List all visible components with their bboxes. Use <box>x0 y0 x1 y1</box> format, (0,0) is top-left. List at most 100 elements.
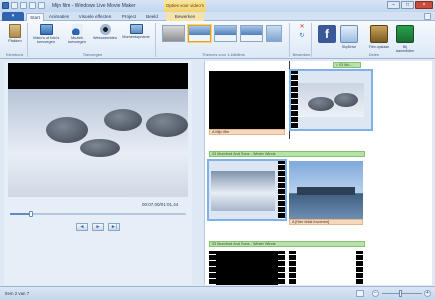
filmstrip-edge <box>356 251 363 285</box>
theme-thumbnail[interactable] <box>214 25 237 42</box>
film-photo-icon <box>39 24 53 35</box>
signin-icon[interactable] <box>396 25 414 43</box>
status-bar: Item 2 van 7 − + <box>0 286 435 300</box>
clipboard-icon <box>9 24 21 38</box>
save-movie-icon[interactable] <box>370 25 388 43</box>
group-label-klembord: Klembord <box>5 52 24 57</box>
preview-panel: 00:07,00/01:01,44 ◄ ► ►| <box>4 61 192 285</box>
maximize-button[interactable]: □ <box>401 1 414 9</box>
music-note-icon <box>71 24 83 35</box>
snapshot-button[interactable]: Momentopname <box>120 24 152 39</box>
video-clip[interactable] <box>209 251 285 285</box>
playhead <box>289 61 290 139</box>
filmstrip-edge <box>278 161 285 219</box>
tab-start[interactable]: Start <box>26 13 44 21</box>
filmstrip-edge <box>289 251 296 285</box>
storyboard-view-icon[interactable] <box>356 290 364 297</box>
ribbon: Plakken Klembord Video's of foto's toevo… <box>0 21 435 59</box>
seal-image <box>80 139 120 157</box>
window-controls: – □ × <box>387 1 433 9</box>
theme-thumbnail[interactable] <box>188 25 211 42</box>
filmstrip-edge <box>209 251 216 285</box>
zoom-thumb[interactable] <box>399 290 402 297</box>
customize-qat-icon[interactable] <box>38 2 45 9</box>
facebook-icon[interactable]: f <box>318 25 336 43</box>
music-bar[interactable]: 03 Mumford And Sons - Winter Winds <box>209 241 365 247</box>
save-icon[interactable] <box>11 2 18 9</box>
seek-bar[interactable] <box>10 211 186 217</box>
video-clip[interactable] <box>289 251 307 285</box>
snapshot-icon <box>129 24 143 34</box>
tab-visuele-effecten[interactable]: Visuele effecten <box>74 13 116 21</box>
zoom-out-button[interactable]: − <box>372 290 379 297</box>
zoom-slider[interactable] <box>382 293 422 294</box>
title-clip[interactable] <box>209 71 285 129</box>
skyline-image <box>297 187 355 195</box>
undo-icon[interactable] <box>20 2 27 9</box>
help-icon[interactable] <box>424 13 431 20</box>
webcam-icon <box>99 24 111 35</box>
remove-icon: ✕ <box>299 24 305 30</box>
caption-bar[interactable]: A Mijn film <box>209 129 285 135</box>
webcam-video-button[interactable]: Webcamvideo <box>92 24 118 40</box>
paste-label: Plakken <box>8 39 22 43</box>
close-button[interactable]: × <box>415 1 433 9</box>
theme-thumbnail[interactable] <box>162 25 185 42</box>
snow-clip[interactable] <box>209 161 285 219</box>
skydrive-label: SkyDrive <box>341 45 357 49</box>
group-themes: Thema's voor 1-klikfilms <box>158 23 290 57</box>
play-button[interactable]: ► <box>92 223 104 231</box>
video-clip[interactable] <box>345 251 363 285</box>
seek-thumb[interactable] <box>29 211 34 217</box>
save-movie-label: Film opslaan <box>368 45 390 49</box>
theme-thumbnail[interactable] <box>266 25 282 42</box>
remove-button[interactable]: ✕ <box>295 24 309 30</box>
music-bar[interactable]: 03 Mumford And Sons - Winter Winds <box>209 151 365 157</box>
tab-project[interactable]: Project <box>118 13 140 21</box>
file-menu-button[interactable]: ▾ <box>2 12 24 21</box>
seal-image <box>146 113 188 137</box>
rotate-icon: ↻ <box>299 33 305 39</box>
status-text: Item 2 van 7 <box>5 291 30 296</box>
add-music-button[interactable]: Muziek toevoegen <box>64 24 90 44</box>
seal-image <box>46 117 88 143</box>
group-label-toevoegen: Toevoegen <box>82 52 103 57</box>
ribbon-tabs: ▾ Start Animaties Visuele effecten Proje… <box>0 12 435 21</box>
group-label-delen: Delen <box>368 52 380 57</box>
next-frame-button[interactable]: ►| <box>108 223 120 231</box>
caption-bar[interactable]: A [Hier tekst invoeren] <box>289 219 363 225</box>
tab-animaties[interactable]: Animaties <box>46 13 72 21</box>
tab-beeld[interactable]: Beeld <box>142 13 162 21</box>
preview-video[interactable] <box>8 63 188 197</box>
filmstrip-edge <box>291 71 298 129</box>
city-photo-clip[interactable] <box>289 161 363 219</box>
zoom-in-button[interactable]: + <box>424 290 431 297</box>
group-label-themes: Thema's voor 1-klikfilms <box>202 52 245 57</box>
minimize-button[interactable]: – <box>387 1 400 9</box>
redo-icon[interactable] <box>29 2 36 9</box>
music-bar[interactable]: ♪ 03 Mu... <box>333 62 361 68</box>
seal-image <box>334 93 358 107</box>
context-tab-header: Opties voor video's <box>164 0 206 12</box>
add-videos-label: Video's of foto's toevoegen <box>32 36 60 44</box>
theme-thumbnail[interactable] <box>240 25 263 42</box>
seal-clip[interactable] <box>291 71 371 129</box>
clip-thumbnail <box>211 171 275 211</box>
paste-button[interactable]: Plakken <box>4 24 26 43</box>
title-bar: Mijn film - Windows Live Movie Maker Opt… <box>0 0 435 12</box>
window-title: Mijn film - Windows Live Movie Maker <box>52 3 136 9</box>
add-videos-photos-button[interactable]: Video's of foto's toevoegen <box>32 24 60 44</box>
group-klembord: Plakken Klembord <box>2 23 28 57</box>
app-menu-icon[interactable] <box>2 2 9 9</box>
group-label-bewerken: Bewerken <box>292 52 311 57</box>
previous-frame-button[interactable]: ◄ <box>76 223 88 231</box>
seal-image <box>308 97 334 111</box>
seal-image <box>104 109 142 131</box>
tab-bewerken[interactable]: Bewerken <box>166 13 204 21</box>
clip-thumbnail <box>298 83 364 117</box>
filmstrip-edge <box>278 251 285 285</box>
timecode: 00:07,00/01:01,44 <box>142 202 179 207</box>
group-toevoegen: Video's of foto's toevoegen Muziek toevo… <box>30 23 156 57</box>
rotate-button[interactable]: ↻ <box>295 33 309 39</box>
skydrive-icon[interactable] <box>340 25 358 43</box>
